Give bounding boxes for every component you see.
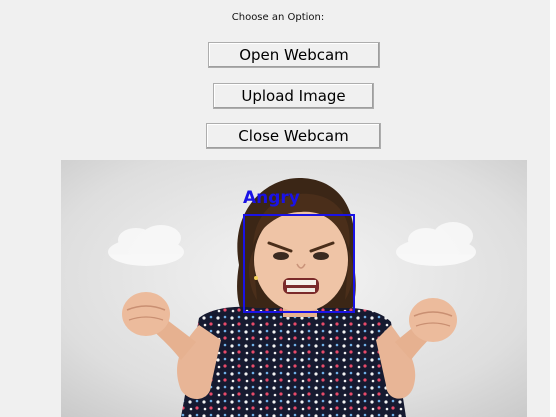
window-edge [550,0,556,417]
open-webcam-button[interactable]: Open Webcam [208,42,380,68]
app-window: Choose an Option: Open Webcam Upload Ima… [0,0,556,417]
prompt-label: Choose an Option: [231,12,325,23]
upload-image-button[interactable]: Upload Image [213,83,374,109]
emotion-label: Angry [243,188,300,208]
close-webcam-button[interactable]: Close Webcam [206,123,381,149]
